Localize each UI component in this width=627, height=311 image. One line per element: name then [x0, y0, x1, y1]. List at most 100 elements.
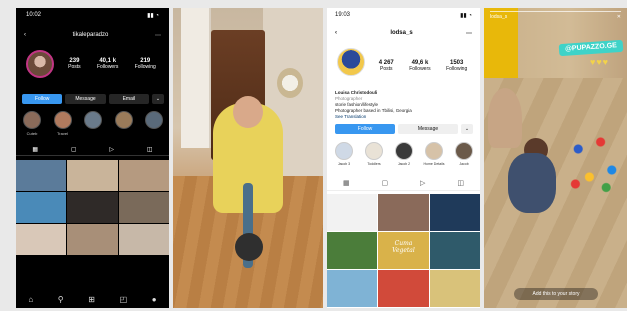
profile-actions: Follow Message Email ⌄ [22, 94, 164, 104]
stat-posts[interactable]: 4 267 Posts [379, 60, 394, 72]
bike-wheel [235, 233, 263, 261]
stat-followers[interactable]: 40,1 k Followers [97, 58, 118, 70]
toddler-head [233, 96, 263, 128]
email-button[interactable]: Email [108, 94, 149, 104]
back-icon[interactable]: ‹ [335, 30, 337, 36]
story-progress-bar [490, 11, 621, 12]
highlight-item[interactable]: Toddlers [363, 142, 385, 166]
search-icon[interactable]: ⚲ [58, 295, 64, 304]
post-grid: Cuma Vegetal [327, 194, 480, 307]
stat-following[interactable]: 219 Following [135, 58, 156, 70]
grid-post[interactable] [378, 270, 429, 307]
flower-vase [277, 68, 303, 98]
stat-following[interactable]: 1503 Following [446, 60, 467, 72]
reels-tab-icon[interactable]: ▢ [71, 146, 77, 155]
shop-icon[interactable]: ◰ [120, 295, 128, 304]
post-text: Cuma Vegetal [392, 240, 415, 254]
highlight-item[interactable]: Jacob [453, 142, 475, 166]
grid-post[interactable] [327, 270, 378, 307]
status-bar: 10:02 ▮▮ ◔ [16, 8, 169, 24]
avatar[interactable] [337, 48, 365, 76]
grid-post[interactable] [16, 224, 67, 255]
grid-post[interactable] [67, 192, 118, 223]
profile-bio: Louisa Christodouli Photographer storie … [335, 90, 475, 120]
profile-header: ‹ tikaleparadzo ⋯ [16, 28, 169, 42]
grid-post[interactable] [378, 194, 429, 231]
reels-tab-icon[interactable]: ▢ [382, 179, 389, 190]
profile-stats: 4 267 Posts 49,6 k Followers 1503 Following [371, 60, 475, 72]
grid-post[interactable] [67, 224, 118, 255]
see-translation-link[interactable]: See Translation [335, 114, 475, 120]
suggest-people-icon[interactable]: ⌄ [461, 124, 473, 134]
highlight-item[interactable]: Jacob 3 [333, 142, 355, 166]
profile-stats: 239 Posts 40,1 k Followers 219 Following [60, 58, 164, 70]
back-icon[interactable]: ‹ [24, 32, 26, 38]
profile-username: tikaleparadzo [72, 32, 109, 38]
instagram-profile-light: 19:03 ▮▮ ◔ ‹ lodsa_s ⋯ 4 267 Posts 49,6 k… [327, 8, 480, 308]
tagged-tab-icon[interactable]: ◫ [147, 146, 153, 155]
grid-tab-icon[interactable]: ▦ [32, 146, 38, 155]
home-icon[interactable]: ⌂ [28, 295, 33, 304]
highlight-item[interactable]: Cuteb [22, 111, 42, 136]
story-username[interactable]: lodsa_s [490, 14, 507, 24]
grid-post[interactable] [429, 270, 480, 307]
highlight-item[interactable]: Travel [53, 111, 73, 136]
add-to-story-button[interactable]: Add this to your story [514, 288, 598, 300]
more-icon[interactable]: ⋯ [466, 30, 472, 37]
door [181, 8, 211, 148]
grid-post[interactable] [67, 160, 118, 191]
video-tab-icon[interactable]: ▷ [109, 146, 114, 155]
story-header: lodsa_s ✕ [490, 14, 621, 24]
grid-post[interactable]: Cuma Vegetal [378, 232, 429, 269]
highlight-item[interactable]: Jacob 2 [393, 142, 415, 166]
toy-pieces [567, 128, 623, 198]
profile-tabs: ▦ ▢ ▷ ◫ [327, 179, 480, 191]
child-figure [488, 88, 522, 148]
highlight-item[interactable] [83, 111, 103, 136]
hearts-sticker: ♥♥♥ [589, 57, 609, 67]
signal-icon: ▮▮ ◔ [147, 13, 159, 19]
stat-posts[interactable]: 239 Posts [68, 58, 81, 70]
profile-header: ‹ lodsa_s ⋯ [327, 26, 480, 40]
status-bar: 19:03 ▮▮ ◔ [327, 8, 480, 22]
signal-icon: ▮▮ ◔ [460, 13, 472, 19]
child-figure [508, 153, 556, 213]
highlight-item[interactable] [114, 111, 134, 136]
avatar[interactable] [26, 50, 54, 78]
message-button[interactable]: Message [398, 124, 458, 134]
grid-tab-icon[interactable]: ▦ [343, 179, 350, 190]
follow-button[interactable]: Follow [335, 124, 395, 134]
status-time: 19:03 [335, 12, 351, 18]
profile-icon[interactable]: ● [152, 295, 157, 304]
profile-actions: Follow Message ⌄ [335, 124, 473, 134]
instagram-profile-dark: 10:02 ▮▮ ◔ ‹ tikaleparadzo ⋯ 239 Posts 40… [16, 8, 169, 308]
message-button[interactable]: Message [65, 94, 106, 104]
status-time: 10:02 [26, 12, 42, 18]
toddler-photo [173, 8, 323, 308]
grid-post[interactable] [429, 194, 480, 231]
mention-sticker[interactable]: @PUPAZZO.GE [558, 39, 624, 57]
grid-post[interactable] [118, 224, 169, 255]
tagged-tab-icon[interactable]: ◫ [457, 179, 464, 190]
grid-post[interactable] [16, 192, 67, 223]
grid-post[interactable] [118, 160, 169, 191]
story-highlights: Jacob 3 Toddlers Jacob 2 Home Details Ja… [333, 142, 475, 166]
profile-username: lodsa_s [390, 30, 413, 36]
highlight-item[interactable] [144, 111, 164, 136]
add-post-icon[interactable]: ⊞ [88, 295, 95, 304]
suggest-people-icon[interactable]: ⌄ [151, 94, 164, 104]
grid-post[interactable] [327, 232, 378, 269]
story-view: lodsa_s ✕ @PUPAZZO.GE ♥♥♥ Add this to yo… [484, 8, 627, 308]
highlight-item[interactable]: Home Details [423, 142, 445, 166]
grid-post[interactable] [327, 194, 378, 231]
stat-followers[interactable]: 49,6 k Followers [409, 60, 430, 72]
video-tab-icon[interactable]: ▷ [420, 179, 425, 190]
follow-button[interactable]: Follow [22, 94, 63, 104]
grid-post[interactable] [429, 232, 480, 269]
grid-post[interactable] [16, 160, 67, 191]
more-icon[interactable]: ⋯ [155, 32, 161, 39]
bottom-nav: ⌂ ⚲ ⊞ ◰ ● [16, 290, 169, 308]
close-icon[interactable]: ✕ [617, 14, 621, 24]
post-grid [16, 160, 169, 255]
grid-post[interactable] [118, 192, 169, 223]
